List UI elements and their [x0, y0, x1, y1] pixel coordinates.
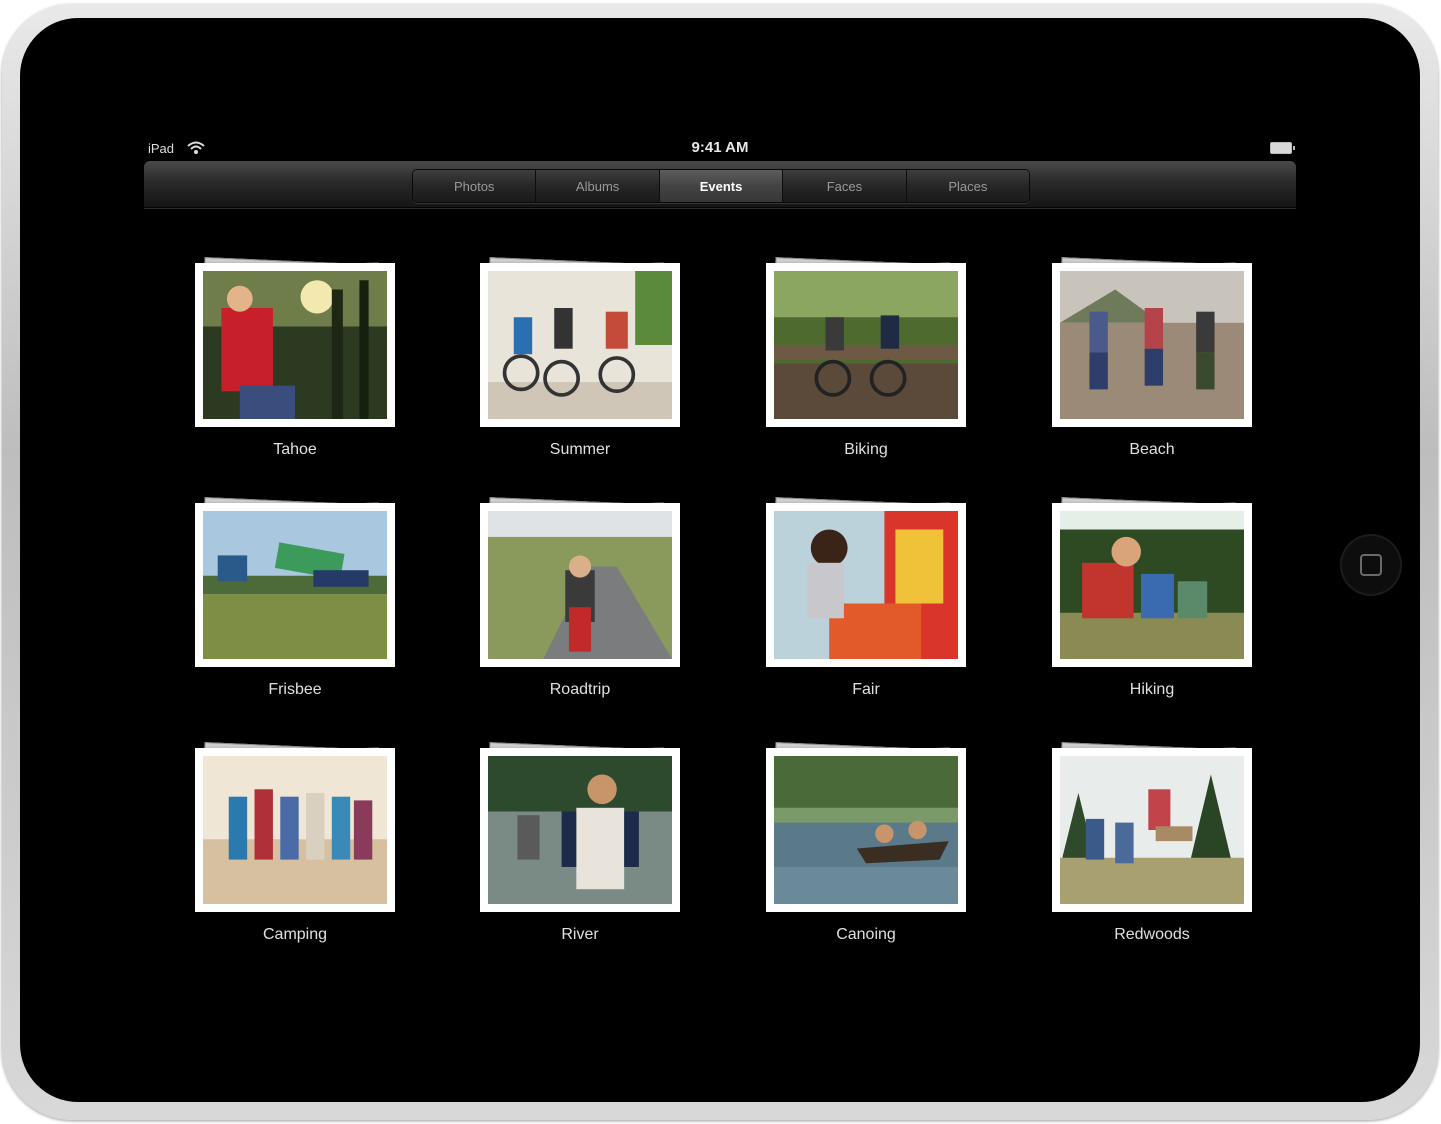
photo-stack — [460, 740, 680, 912]
photo-stack — [460, 255, 680, 427]
event-river[interactable]: River — [460, 740, 680, 970]
photo-stack — [175, 255, 395, 427]
event-beach[interactable]: Beach — [1032, 255, 1252, 485]
home-button[interactable] — [1340, 534, 1402, 596]
event-biking[interactable]: Biking — [746, 255, 966, 485]
event-thumbnail — [1052, 748, 1252, 912]
event-thumbnail — [480, 503, 680, 667]
event-label: Summer — [549, 441, 611, 458]
status-bar: iPad 9:41 AM — [144, 135, 1296, 161]
tab-albums[interactable]: Albums — [536, 170, 660, 202]
event-camping[interactable]: Camping — [175, 740, 395, 970]
event-label: Biking — [844, 441, 888, 458]
photo-stack — [746, 255, 966, 427]
event-canoing[interactable]: Canoing — [746, 740, 966, 970]
event-frisbee[interactable]: Frisbee — [175, 495, 395, 725]
tab-events[interactable]: Events — [659, 170, 784, 202]
event-thumbnail — [766, 503, 966, 667]
photo-stack — [746, 495, 966, 667]
event-label: Frisbee — [268, 681, 322, 698]
event-thumbnail — [1052, 263, 1252, 427]
segmented-control: Photos Albums Events Faces Places — [412, 169, 1030, 203]
device-screen: iPad 9:41 AM Photos Albums Events Faces … — [144, 135, 1296, 1001]
event-summer[interactable]: Summer — [460, 255, 680, 485]
event-thumbnail — [766, 748, 966, 912]
event-fair[interactable]: Fair — [746, 495, 966, 725]
event-thumbnail — [195, 263, 395, 427]
event-label: Hiking — [1129, 681, 1175, 698]
event-tahoe[interactable]: Tahoe — [175, 255, 395, 485]
tab-faces[interactable]: Faces — [783, 170, 907, 202]
event-roadtrip[interactable]: Roadtrip — [460, 495, 680, 725]
photo-stack — [1032, 740, 1252, 912]
event-label: Tahoe — [273, 441, 317, 458]
photo-stack — [746, 740, 966, 912]
event-thumbnail — [480, 263, 680, 427]
event-hiking[interactable]: Hiking — [1032, 495, 1252, 725]
event-label: Camping — [262, 926, 328, 943]
event-thumbnail — [480, 748, 680, 912]
event-redwoods[interactable]: Redwoods — [1032, 740, 1252, 970]
event-label: Beach — [1129, 441, 1175, 458]
photo-stack — [175, 495, 395, 667]
photo-stack — [1032, 255, 1252, 427]
battery-icon — [1270, 142, 1295, 154]
event-label: Fair — [852, 681, 880, 698]
tab-photos[interactable]: Photos — [413, 170, 537, 202]
home-square-icon — [1360, 554, 1382, 576]
tab-places[interactable]: Places — [906, 170, 1029, 202]
event-thumbnail — [766, 263, 966, 427]
event-label: Roadtrip — [549, 681, 611, 698]
events-grid: Tahoe Summer Biking Beach Frisbee Roadtr… — [144, 207, 1296, 1001]
event-thumbnail — [1052, 503, 1252, 667]
photo-stack — [1032, 495, 1252, 667]
event-label: Redwoods — [1114, 926, 1190, 943]
status-clock: 9:41 AM — [691, 139, 749, 156]
event-label: Canoing — [836, 926, 896, 943]
photo-stack — [175, 740, 395, 912]
event-label: River — [561, 926, 599, 943]
navigation-bar: Photos Albums Events Faces Places — [144, 161, 1296, 208]
photo-stack — [460, 495, 680, 667]
event-thumbnail — [195, 503, 395, 667]
event-thumbnail — [195, 748, 395, 912]
